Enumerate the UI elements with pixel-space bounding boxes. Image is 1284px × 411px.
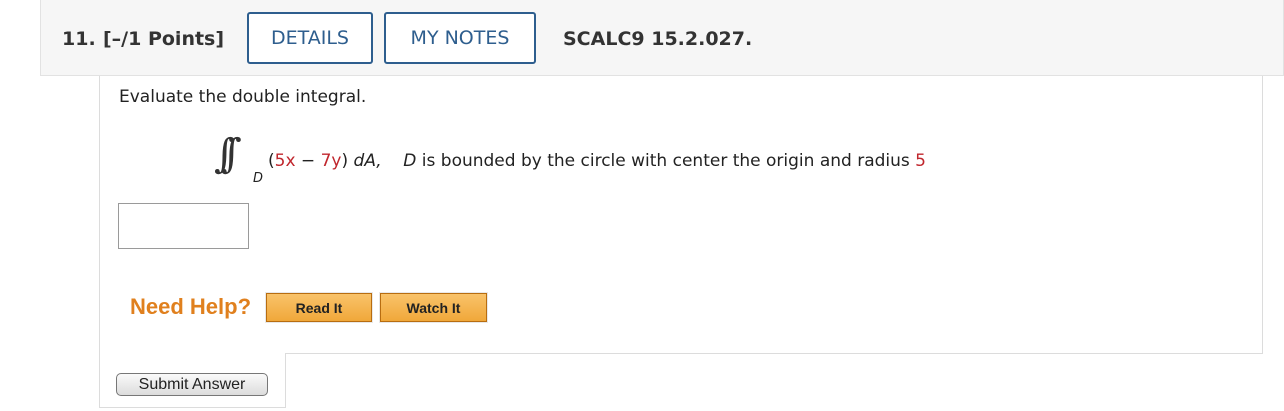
answer-input[interactable] xyxy=(118,203,249,249)
question-number: 11. xyxy=(62,28,96,50)
radius-value: 5 xyxy=(915,151,926,171)
submit-answer-button[interactable]: Submit Answer xyxy=(116,373,268,396)
question-points: [–/1 Points] xyxy=(103,28,225,50)
region-letter: D xyxy=(403,151,417,171)
region-description: is bounded by the circle with center the… xyxy=(416,151,916,171)
integral-expression: (5x − 7y) dA, D is bounded by the circle… xyxy=(268,151,926,171)
read-it-button[interactable]: Read It xyxy=(265,292,373,323)
coef-x: 5x xyxy=(274,151,296,171)
integral-region-subscript: D xyxy=(253,171,264,186)
my-notes-button[interactable]: MY NOTES xyxy=(384,12,536,64)
expr-close: ) xyxy=(341,151,354,171)
expr-open: ( xyxy=(268,151,275,171)
double-integral-icon: ∫∫ xyxy=(214,131,241,177)
differential: dA, xyxy=(353,151,382,171)
coef-y: 7y xyxy=(320,151,342,171)
question-reference: SCALC9 15.2.027. xyxy=(563,28,753,50)
need-help-label: Need Help? xyxy=(130,294,252,319)
expr-minus: − xyxy=(295,151,321,171)
details-button[interactable]: DETAILS xyxy=(247,12,373,64)
watch-it-button[interactable]: Watch It xyxy=(379,292,488,323)
question-prompt: Evaluate the double integral. xyxy=(119,87,367,107)
